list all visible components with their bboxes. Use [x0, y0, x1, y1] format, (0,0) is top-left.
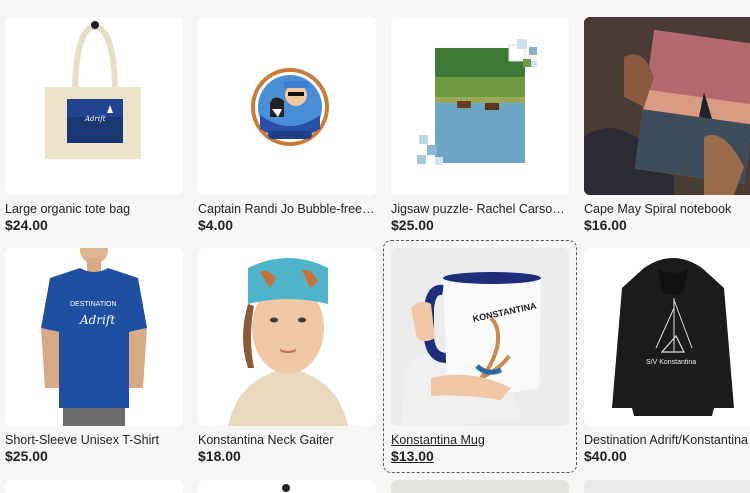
- product-price: $25.00: [391, 217, 434, 233]
- neck-gaiter-image: [198, 248, 376, 426]
- product-price: $18.00: [198, 448, 241, 464]
- svg-text:Adrift: Adrift: [84, 115, 106, 123]
- product-card-partial[interactable]: [198, 480, 376, 493]
- product-price: $16.00: [584, 217, 627, 233]
- product-card-neck-gaiter[interactable]: Konstantina Neck Gaiter $18.00: [198, 248, 376, 470]
- notebook-image: [584, 17, 750, 195]
- product-title: Destination Adrift/Konstantina ...: [584, 433, 750, 447]
- product-grid: Adrift Large organic tote bag $24.00 Cap…: [0, 0, 750, 493]
- product-price: $13.00: [391, 448, 434, 464]
- product-card-tshirt[interactable]: DESTINATION Adrift Short-Sleeve Unisex T…: [5, 248, 183, 470]
- product-card-mug[interactable]: KONSTANTINA Konstantina Mug $13.00: [391, 248, 569, 470]
- product-title: Cape May Spiral notebook: [584, 202, 732, 216]
- mug-image: KONSTANTINA: [391, 248, 569, 426]
- hoodie-print-text: S/V Konstantina: [646, 359, 696, 366]
- product-price: $24.00: [5, 217, 48, 233]
- product-card-partial[interactable]: [584, 480, 750, 493]
- product-card-notebook[interactable]: Cape May Spiral notebook $16.00: [584, 17, 750, 239]
- product-title: Captain Randi Jo Bubble-free s...: [198, 202, 376, 216]
- jigsaw-puzzle-image: [391, 17, 569, 195]
- product-title: Large organic tote bag: [5, 202, 131, 216]
- tshirt-print-text: DESTINATION: [70, 301, 117, 308]
- sticker-image: [198, 17, 376, 195]
- product-price: $40.00: [584, 448, 627, 464]
- product-price: $4.00: [198, 217, 234, 233]
- tshirt-print-script: Adrift: [79, 313, 115, 327]
- product-card-jigsaw-puzzle[interactable]: Jigsaw puzzle- Rachel Carson ... $25.00: [391, 17, 569, 239]
- product-card-hoodie[interactable]: S/V Konstantina Destination Adrift/Konst…: [584, 248, 750, 470]
- hanger-icon: [282, 484, 290, 492]
- product-card-tote-bag[interactable]: Adrift Large organic tote bag $24.00: [5, 17, 183, 239]
- product-title: Konstantina Neck Gaiter: [198, 433, 334, 447]
- product-title: Konstantina Mug: [391, 433, 485, 447]
- tshirt-image: DESTINATION Adrift: [5, 248, 183, 426]
- product-card-sticker[interactable]: Captain Randi Jo Bubble-free s... $4.00: [198, 17, 376, 239]
- product-card-partial[interactable]: [5, 480, 183, 493]
- tote-bag-image: Adrift: [5, 17, 183, 195]
- product-title: Short-Sleeve Unisex T-Shirt: [5, 433, 159, 447]
- product-price: $25.00: [5, 448, 48, 464]
- hoodie-image: S/V Konstantina: [584, 248, 750, 426]
- product-card-partial[interactable]: [391, 480, 569, 493]
- product-title: Jigsaw puzzle- Rachel Carson ...: [391, 202, 569, 216]
